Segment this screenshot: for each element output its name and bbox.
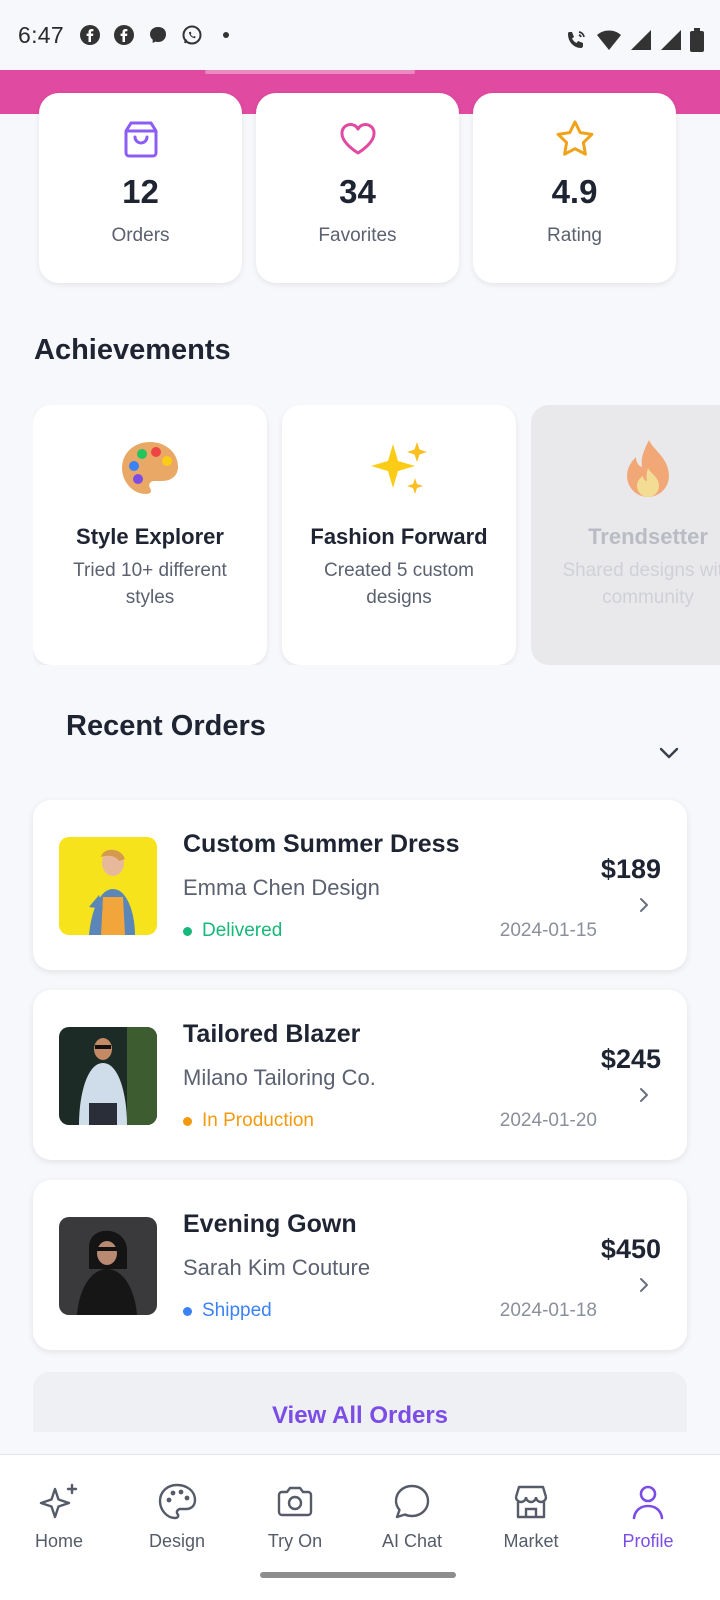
nav-item-home[interactable]: Home [4,1481,114,1552]
heart-icon [338,119,378,159]
order-thumbnail [59,837,157,935]
nav-label: AI Chat [381,1531,443,1551]
nav-item-ai-chat[interactable]: AI Chat [357,1481,467,1552]
order-shop: Sarah Kim Couture [183,1255,371,1280]
shopping-bag-icon [121,119,161,159]
sparkles-icon [282,435,516,505]
view-all-orders-button[interactable]: View All Orders [33,1372,687,1432]
fire-icon [531,435,720,505]
stat-value: 34 [339,173,376,210]
stat-value: 12 [122,173,159,210]
nav-label: Profile [622,1531,674,1551]
battery-icon [690,28,704,57]
nav-item-try-on[interactable]: Try On [240,1481,350,1552]
stat-card-rating[interactable]: 4.9 Rating [473,93,676,283]
nav-label: Market [503,1531,559,1551]
status-dot-icon [183,1116,192,1126]
signal-icon [630,29,652,56]
person-icon [627,1481,669,1523]
wifi-icon [596,29,622,56]
stat-card-favorites[interactable]: 34 Favorites [256,93,459,283]
chevron-right-icon[interactable] [635,1276,653,1294]
nav-item-market[interactable]: Market [476,1481,586,1552]
camera-icon [274,1481,316,1523]
order-date: 2024-01-18 [499,1300,597,1321]
stat-value: 4.9 [551,173,598,210]
palette-icon [33,435,267,505]
achievement-desc: Tried 10+ different styles [73,560,227,608]
palette-icon [156,1481,198,1523]
chevron-right-icon[interactable] [635,1086,653,1104]
achievement-card-locked[interactable]: Trendsetter Shared designs with communit… [531,405,720,665]
recent-orders-title: Recent Orders [66,710,266,742]
notification-dot-icon [214,23,238,47]
messenger-icon [146,23,170,47]
home-indicator[interactable] [260,1572,456,1578]
chevron-down-icon[interactable] [656,740,682,766]
order-price: $245 [600,1044,661,1074]
bottom-nav: Home Design Try On AI Chat Market Profil… [0,1454,720,1600]
stats-row: 12 Orders 34 Favorites 4.9 Rating [39,93,676,283]
stat-label: Favorites [318,225,397,246]
order-card[interactable]: Custom Summer Dress Emma Chen Design Del… [33,800,687,970]
achievements-carousel[interactable]: Style Explorer Tried 10+ different style… [33,405,720,665]
achievement-desc: Shared designs with community [562,560,720,608]
order-status: Delivered [183,920,282,942]
achievement-title: Trendsetter [588,524,708,549]
status-time: 6:47 [18,21,64,48]
whatsapp-icon [180,23,204,47]
store-icon [510,1481,552,1523]
facebook-icon [112,23,136,47]
star-icon [555,119,595,159]
achievements-title: Achievements [34,334,231,366]
order-shop: Emma Chen Design [183,875,380,900]
order-thumbnail [59,1027,157,1125]
chat-bubble-icon [391,1481,433,1523]
order-shop: Milano Tailoring Co. [183,1065,376,1090]
order-status-text: In Production [202,1110,314,1131]
order-price: $450 [600,1234,661,1264]
achievement-card[interactable]: Style Explorer Tried 10+ different style… [33,405,267,665]
nav-label: Try On [267,1531,323,1551]
status-dot-icon [183,926,192,936]
facebook-icon [78,23,102,47]
order-name: Tailored Blazer [183,1020,361,1048]
achievement-card[interactable]: Fashion Forward Created 5 custom designs [282,405,516,665]
wifi-call-icon [564,28,588,57]
achievement-title: Fashion Forward [310,524,488,549]
order-thumbnail [59,1217,157,1315]
nav-label: Design [148,1531,206,1551]
stat-card-orders[interactable]: 12 Orders [39,93,242,283]
stat-label: Orders [111,225,170,246]
nav-item-profile[interactable]: Profile [593,1481,703,1552]
nav-label: Home [34,1531,83,1551]
order-price: $189 [600,854,661,884]
order-status: Shipped [183,1300,272,1322]
nav-item-design[interactable]: Design [122,1481,232,1552]
order-card[interactable]: Evening Gown Sarah Kim Couture Shipped 2… [33,1180,687,1350]
achievement-title: Style Explorer [76,524,224,549]
status-bar: 6:47 [0,0,720,70]
order-status-text: Shipped [202,1300,272,1321]
stat-label: Rating [547,225,602,246]
signal-icon [660,29,682,56]
order-status: In Production [183,1110,314,1132]
order-name: Evening Gown [183,1210,357,1238]
order-date: 2024-01-15 [499,920,597,941]
order-card[interactable]: Tailored Blazer Milano Tailoring Co. In … [33,990,687,1160]
view-all-orders-label: View All Orders [271,1402,449,1429]
order-name: Custom Summer Dress [183,830,460,858]
status-dot-icon [183,1306,192,1316]
sparkles-icon [38,1481,80,1523]
order-status-text: Delivered [202,920,283,941]
achievement-desc: Created 5 custom designs [324,560,474,608]
header-handle [205,70,415,74]
chevron-right-icon[interactable] [635,896,653,914]
order-date: 2024-01-20 [499,1110,597,1131]
